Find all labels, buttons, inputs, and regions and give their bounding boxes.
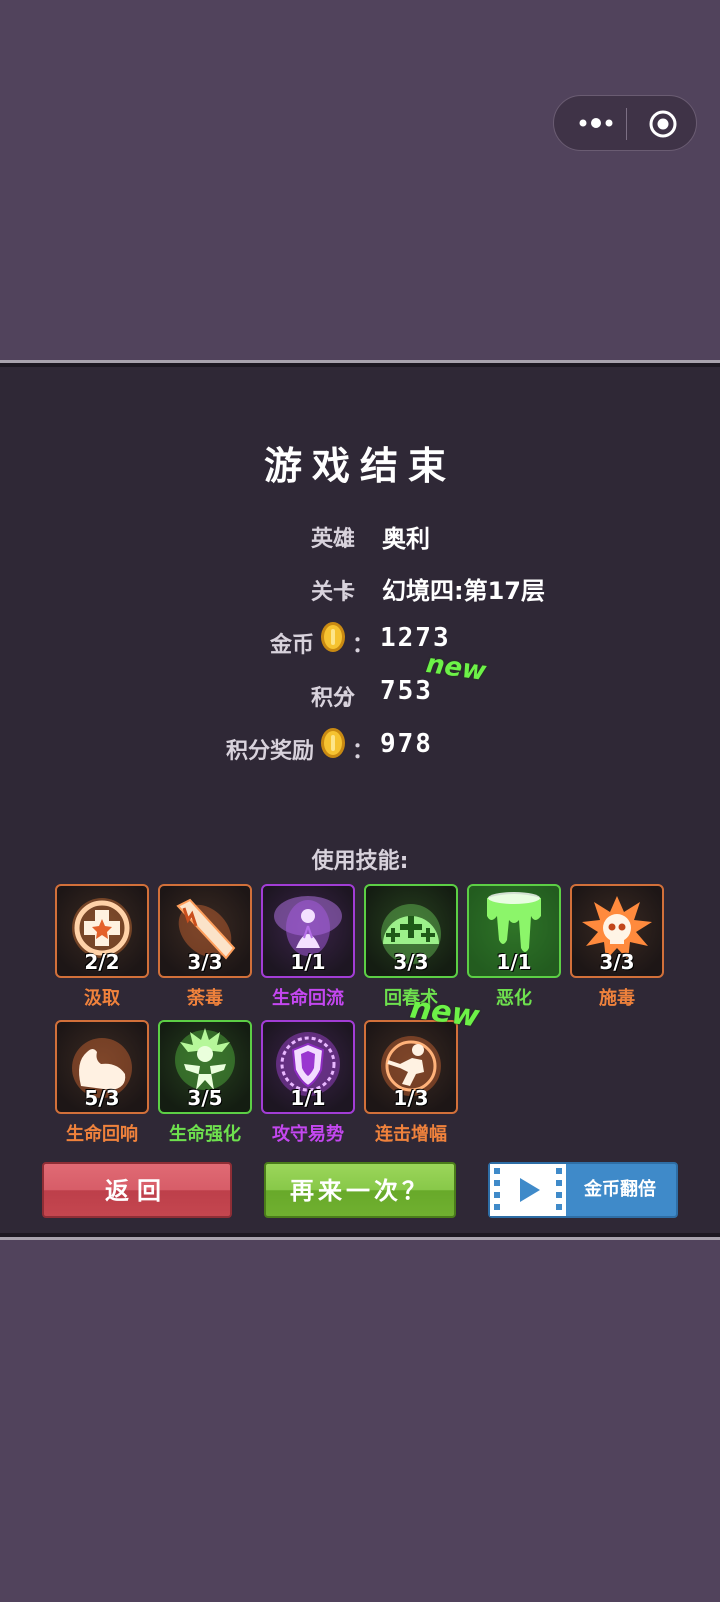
capsule-divider	[626, 108, 627, 140]
skill-count: 1/3	[393, 1086, 429, 1110]
skill-count: 1/1	[496, 950, 532, 974]
gold-coin-icon	[321, 622, 345, 652]
skill-tile[interactable]: 1/1	[261, 1020, 355, 1114]
skill-name: 连击增幅	[375, 1124, 447, 1145]
skill-tile[interactable]: 1/3	[364, 1020, 458, 1114]
skill-tile[interactable]: 3/3	[364, 884, 458, 978]
skill-card[interactable]: 3/3 荼毒	[158, 884, 252, 1010]
game-over-panel: 游戏结束 英雄 ： 奥利 关卡 ： 幻境四:第17层 金币 ： 1273 积分 …	[0, 360, 720, 1240]
miniprogram-capsule	[553, 95, 697, 151]
retry-button[interactable]: 再来一次？	[264, 1162, 456, 1218]
hero-label: 英雄	[310, 527, 355, 552]
skill-card[interactable]: 1/1 恶化	[467, 884, 561, 1010]
hero-colon: ：	[340, 527, 363, 552]
skill-count: 1/1	[290, 1086, 326, 1110]
skill-tile[interactable]: 3/5	[158, 1020, 252, 1114]
skill-name: 生命回流	[272, 988, 344, 1009]
reward-colon: ：	[352, 739, 375, 764]
skill-tile[interactable]: 5/3	[55, 1020, 149, 1114]
skill-name: 恶化	[496, 988, 532, 1009]
hero-value: 奥利	[382, 525, 430, 553]
level-colon: ：	[340, 580, 363, 605]
skill-card[interactable]: 1/1 生命回流	[261, 884, 355, 1010]
double-gold-label: 金币翻倍	[584, 1179, 656, 1200]
skill-name: 攻守易势	[272, 1124, 344, 1145]
skill-count: 3/5	[187, 1086, 223, 1110]
skill-card[interactable]: 3/5 生命强化	[158, 1020, 252, 1146]
reward-value: 978	[380, 729, 433, 759]
skill-card[interactable]: 1/3 连击增幅	[364, 1020, 458, 1146]
video-film-icon	[490, 1164, 566, 1216]
level-value: 幻境四:第17层	[382, 577, 545, 605]
skill-count: 5/3	[84, 1086, 120, 1110]
gold-value: 1273	[380, 623, 451, 653]
back-button[interactable]: 返回	[42, 1162, 232, 1218]
skill-tile[interactable]: 1/1	[467, 884, 561, 978]
skill-count: 2/2	[84, 950, 120, 974]
skill-name: 生命强化	[169, 1124, 241, 1145]
gold-colon: ：	[352, 633, 375, 658]
double-gold-button[interactable]: 金币翻倍	[488, 1162, 678, 1218]
skill-card[interactable]: 2/2 汲取	[55, 884, 149, 1010]
skill-name: 荼毒	[187, 988, 223, 1009]
more-options-icon[interactable]	[576, 113, 616, 133]
skill-card[interactable]: 3/3 施毒	[570, 884, 664, 1010]
score-label: 积分	[310, 686, 355, 711]
skill-tile[interactable]: 1/1	[261, 884, 355, 978]
close-miniprogram-icon[interactable]	[648, 109, 678, 139]
skill-count: 3/3	[599, 950, 635, 974]
skill-card[interactable]: 3/3 回春术	[364, 884, 458, 1010]
score-value: 753	[380, 676, 433, 706]
gold-label: 金币	[269, 633, 314, 658]
level-label: 关卡	[310, 580, 355, 605]
skill-name: 施毒	[599, 988, 635, 1009]
score-colon: ：	[340, 686, 363, 711]
skill-name: 生命回响	[66, 1124, 138, 1145]
skill-count: 3/3	[393, 950, 429, 974]
reward-coin-icon	[321, 728, 345, 758]
score-new-tag: new	[424, 648, 488, 688]
skill-count: 1/1	[290, 950, 326, 974]
skill-tile[interactable]: 3/3	[158, 884, 252, 978]
skills-heading: 使用技能:	[311, 849, 409, 874]
skill-count: 3/3	[187, 950, 223, 974]
reward-label: 积分奖励	[225, 739, 314, 764]
skill-name: 汲取	[84, 988, 120, 1009]
page-title: 游戏结束	[263, 444, 456, 488]
skill-card[interactable]: 5/3 生命回响	[55, 1020, 149, 1146]
skill-tile[interactable]: 3/3	[570, 884, 664, 978]
skill-card[interactable]: 1/1 攻守易势	[261, 1020, 355, 1146]
skill-tile[interactable]: 2/2	[55, 884, 149, 978]
